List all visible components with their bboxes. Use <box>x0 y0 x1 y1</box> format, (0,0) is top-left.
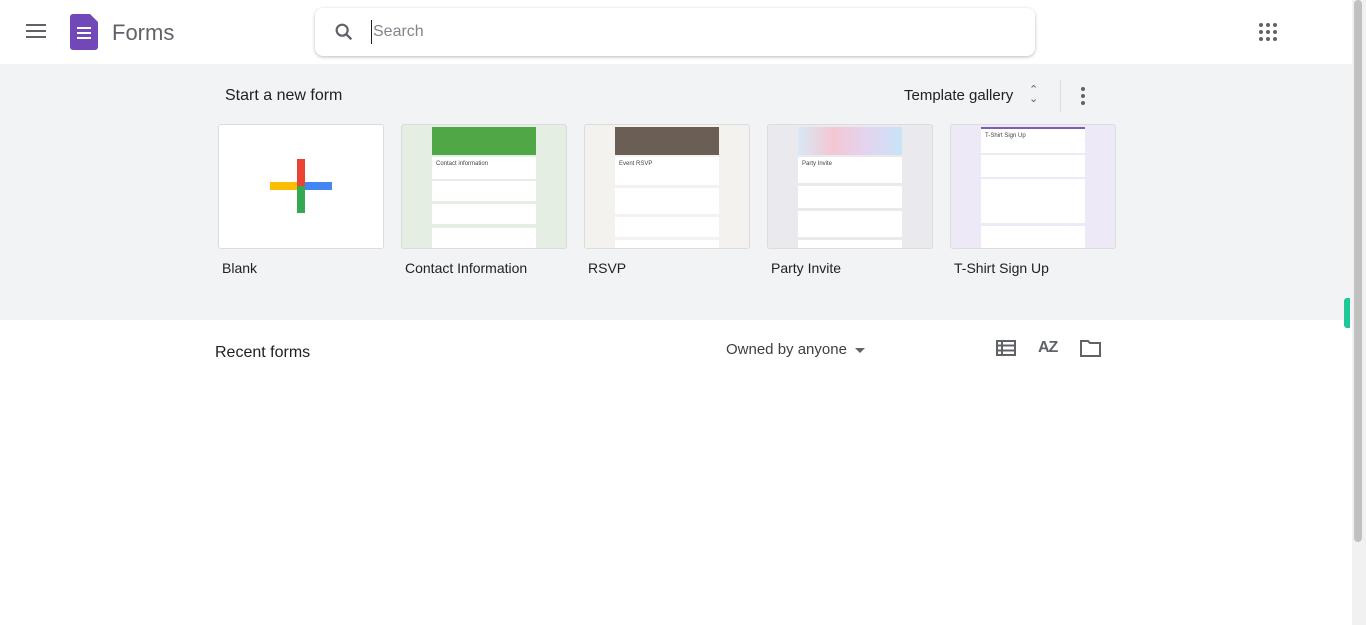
divider <box>1060 80 1061 112</box>
scrollbar-thumb[interactable] <box>1354 0 1362 542</box>
search-input[interactable] <box>371 20 971 44</box>
template-gallery-button[interactable]: Template gallery <box>904 87 1013 104</box>
section-title: Start a new form <box>225 87 343 104</box>
template-blank[interactable] <box>218 124 384 249</box>
template-party-invite[interactable]: Party Invite <box>767 124 933 249</box>
owner-filter-dropdown[interactable]: Owned by anyone <box>726 341 865 358</box>
plus-icon <box>270 159 332 213</box>
side-panel-tab[interactable] <box>1344 298 1350 328</box>
template-label[interactable]: RSVP <box>588 260 626 276</box>
google-apps-icon[interactable] <box>1259 23 1277 41</box>
sort-icon[interactable]: AZ <box>1038 339 1058 357</box>
unfold-icon[interactable]: ⌃ ⌄ <box>1029 85 1038 105</box>
folder-icon[interactable] <box>1080 340 1101 357</box>
forms-logo[interactable] <box>70 14 98 50</box>
header: Forms <box>0 0 1352 64</box>
template-rsvp[interactable]: Event RSVP <box>584 124 750 249</box>
scrollbar[interactable] <box>1352 0 1366 625</box>
list-view-icon[interactable] <box>996 340 1016 356</box>
template-label[interactable]: T-Shirt Sign Up <box>954 260 1049 276</box>
template-label[interactable]: Contact Information <box>405 260 527 276</box>
template-contact-information[interactable]: Contact information <box>401 124 567 249</box>
recent-forms-title: Recent forms <box>215 344 311 361</box>
template-label[interactable]: Blank <box>222 260 257 276</box>
template-t-shirt-sign-up[interactable]: T-Shirt Sign Up <box>950 124 1116 249</box>
app-name[interactable]: Forms <box>112 20 174 46</box>
template-label[interactable]: Party Invite <box>771 260 841 276</box>
main-menu-icon[interactable] <box>26 24 46 40</box>
search-bar <box>315 8 1035 56</box>
owner-filter-label: Owned by anyone <box>726 341 847 358</box>
search-icon[interactable] <box>333 21 355 43</box>
more-options-icon[interactable] <box>1081 87 1085 108</box>
dropdown-arrow-icon <box>854 347 865 353</box>
